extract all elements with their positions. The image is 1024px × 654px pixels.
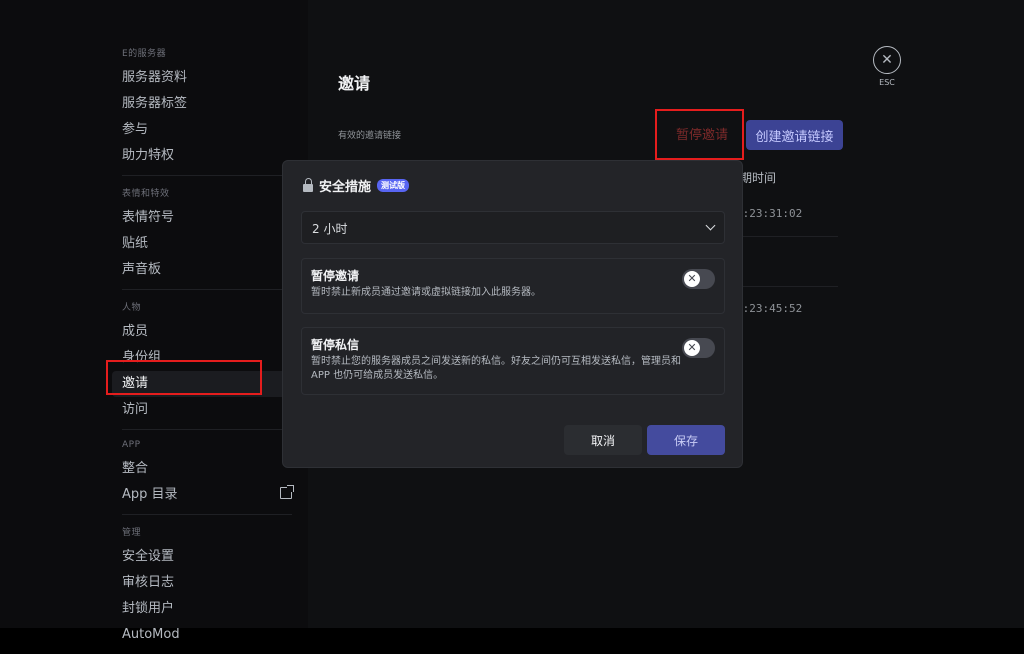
close-settings-button[interactable]: ✕ ESC xyxy=(872,46,902,87)
sidebar-section-server: E的服务器 服务器资料 服务器标签 参与 助力特权 xyxy=(112,46,302,169)
sidebar-item-app-directory[interactable]: App 目录 xyxy=(112,482,302,508)
external-link-icon xyxy=(280,485,294,499)
create-invite-link-button[interactable]: 创建邀请链接 xyxy=(746,120,843,150)
sidebar-item-server-tags[interactable]: 服务器标签 xyxy=(112,91,302,117)
duration-select[interactable]: 2 小时 xyxy=(301,211,725,244)
sidebar-item-integrations[interactable]: 整合 xyxy=(112,456,302,482)
sidebar-header: 管理 xyxy=(122,528,142,538)
safety-measures-modal: 安全措施 测试版 2 小时 暂停邀请 暂时禁止新成员通过邀请或虚拟链接加入此服务… xyxy=(282,160,743,468)
highlight-box xyxy=(106,360,262,395)
option-title: 暂停邀请 xyxy=(311,269,360,283)
sidebar-header: E的服务器 xyxy=(122,49,167,59)
sidebar-section-apps: APP 整合 App 目录 xyxy=(112,440,302,508)
sidebar-item-bans[interactable]: 封锁用户 xyxy=(112,596,302,622)
sidebar-item-label: App 目录 xyxy=(122,487,178,502)
row-divider xyxy=(728,236,838,237)
lock-icon xyxy=(303,177,313,192)
sidebar-header: APP xyxy=(122,440,141,450)
beta-badge: 测试版 xyxy=(377,179,410,192)
chevron-down-icon xyxy=(705,220,716,231)
expiry-time: 6:23:31:02 xyxy=(736,207,803,220)
sidebar-divider xyxy=(122,514,292,515)
sidebar-section-expressions: 表情和特效 表情符号 贴纸 声音板 xyxy=(112,186,302,283)
esc-label: ESC xyxy=(879,78,895,87)
app-window: — ☐ ✕ E的服务器 服务器资料 服务器标签 参与 助力特权 表情和特效 表情… xyxy=(0,0,1024,642)
sidebar-divider xyxy=(122,289,292,290)
sidebar-header: 表情和特效 xyxy=(122,189,170,199)
sidebar-item-boost-perks[interactable]: 助力特权 xyxy=(112,143,302,169)
sidebar-divider xyxy=(122,429,292,430)
sidebar-item-soundboard[interactable]: 声音板 xyxy=(112,257,302,283)
sidebar-item-server-profile[interactable]: 服务器资料 xyxy=(112,65,302,91)
sidebar-section-moderation: 管理 安全设置 审核日志 封锁用户 AutoMod xyxy=(112,525,302,648)
sidebar-header: 人物 xyxy=(122,303,142,313)
cancel-button[interactable]: 取消 xyxy=(564,425,642,455)
sidebar-item-access[interactable]: 访问 xyxy=(112,397,302,423)
highlight-box xyxy=(655,109,744,160)
close-icon: ✕ xyxy=(684,271,700,287)
option-title: 暂停私信 xyxy=(311,338,360,352)
sidebar-divider xyxy=(122,175,292,176)
pause-dms-toggle[interactable]: ✕ xyxy=(682,338,715,358)
row-divider xyxy=(728,286,838,287)
option-description: 暂时禁止您的服务器成员之间发送新的私信。好友之间仍可互相发送私信，管理员和 AP… xyxy=(311,356,681,381)
sidebar-item-automod[interactable]: AutoMod xyxy=(112,622,302,648)
close-icon: ✕ xyxy=(684,340,700,356)
duration-value: 2 小时 xyxy=(312,222,348,236)
pause-invites-toggle[interactable]: ✕ xyxy=(682,269,715,289)
option-description: 暂时禁止新成员通过邀请或虚拟链接加入此服务器。 xyxy=(311,287,541,298)
sidebar-item-engagement[interactable]: 参与 xyxy=(112,117,302,143)
sidebar-item-stickers[interactable]: 贴纸 xyxy=(112,231,302,257)
expiry-time: 6:23:45:52 xyxy=(736,302,803,315)
sidebar-item-safety-setup[interactable]: 安全设置 xyxy=(112,544,302,570)
sidebar-item-members[interactable]: 成员 xyxy=(112,319,302,345)
save-button[interactable]: 保存 xyxy=(647,425,725,455)
sidebar-item-emoji[interactable]: 表情符号 xyxy=(112,205,302,231)
sidebar-item-audit-log[interactable]: 审核日志 xyxy=(112,570,302,596)
modal-title-text: 安全措施 xyxy=(319,180,372,195)
page-title: 邀请 xyxy=(338,74,371,93)
pause-dms-option: 暂停私信 暂时禁止您的服务器成员之间发送新的私信。好友之间仍可互相发送私信，管理… xyxy=(301,327,725,395)
settings-sidebar: E的服务器 服务器资料 服务器标签 参与 助力特权 表情和特效 表情符号 贴纸 … xyxy=(0,0,308,642)
close-icon: ✕ xyxy=(873,46,901,74)
active-links-label: 有效的邀请链接 xyxy=(338,131,402,141)
pause-invites-option: 暂停邀请 暂时禁止新成员通过邀请或虚拟链接加入此服务器。 ✕ xyxy=(301,258,725,314)
modal-title: 安全措施 测试版 xyxy=(303,176,410,195)
